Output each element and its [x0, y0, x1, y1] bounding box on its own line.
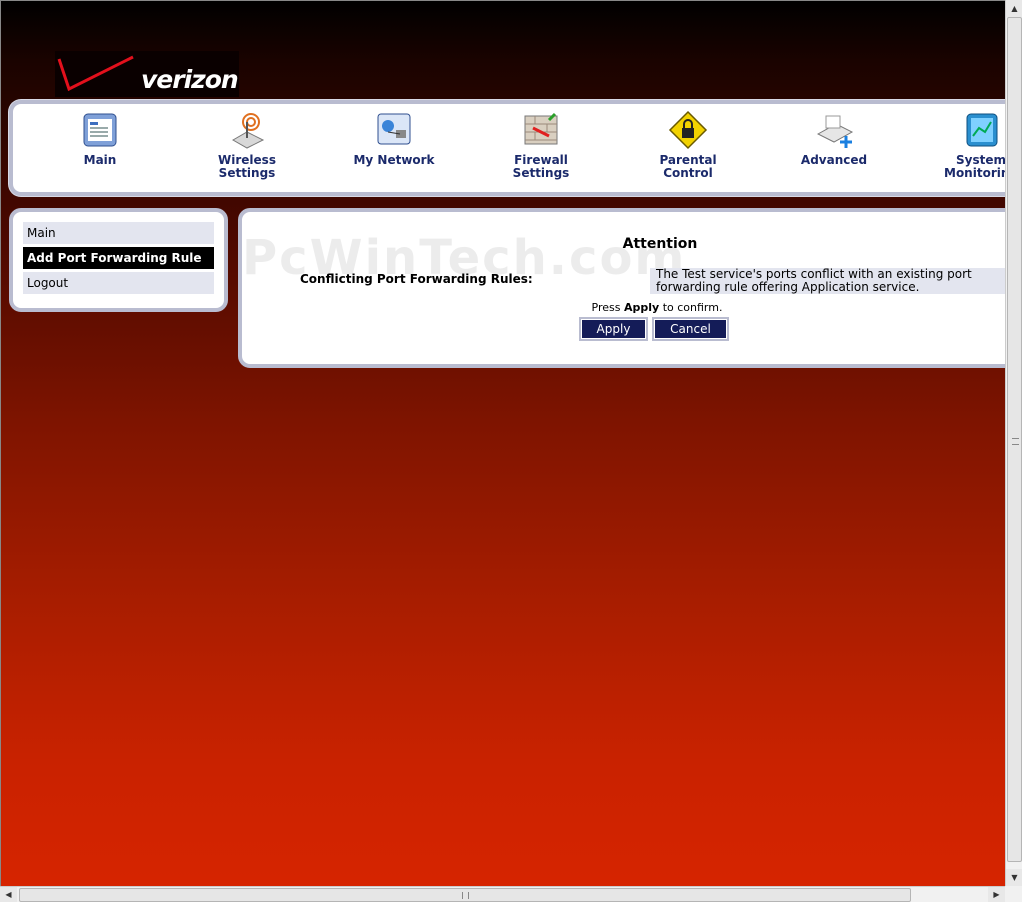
- nav-system-monitoring[interactable]: System Monitoring: [926, 110, 1005, 180]
- main-dashboard-icon: [83, 113, 117, 147]
- page-viewport: verizon Main Wireless Settings My Networ…: [0, 0, 1005, 886]
- conflict-label: Conflicting Port Forwarding Rules:: [300, 272, 533, 286]
- nav-label: System Monitoring: [944, 153, 1005, 180]
- left-menu: Main Add Port Forwarding Rule Logout: [9, 208, 228, 312]
- scroll-grip-icon: [462, 892, 469, 899]
- menu-item-main[interactable]: Main: [23, 222, 214, 244]
- horizontal-scrollbar[interactable]: ◀ ▶: [0, 886, 1005, 902]
- confirm-prefix: Press: [591, 301, 621, 314]
- nav-main[interactable]: Main: [45, 110, 155, 167]
- nav-label: Main: [83, 153, 117, 167]
- vertical-scrollbar[interactable]: ▲ ▼: [1005, 0, 1022, 886]
- nav-label: My Network: [353, 153, 435, 167]
- menu-item-logout[interactable]: Logout: [23, 272, 214, 294]
- nav-wireless-settings[interactable]: Wireless Settings: [192, 110, 302, 180]
- scroll-up-arrow-icon[interactable]: ▲: [1006, 0, 1022, 17]
- cancel-button-frame: Cancel: [652, 317, 729, 341]
- nav-advanced[interactable]: Advanced: [779, 110, 889, 167]
- attention-panel: PcWinTech.com Attention Conflicting Port…: [238, 208, 1005, 368]
- confirm-suffix: to confirm.: [662, 301, 723, 314]
- nav-label: Wireless Settings: [218, 153, 276, 180]
- scroll-down-arrow-icon[interactable]: ▼: [1006, 869, 1022, 886]
- nav-label: Firewall Settings: [512, 153, 570, 180]
- scroll-grip-icon: [1012, 438, 1019, 445]
- conflict-row: Conflicting Port Forwarding Rules: The T…: [296, 265, 1005, 294]
- nav-parental-control[interactable]: Parental Control: [633, 110, 743, 180]
- nav-firewall-settings[interactable]: Firewall Settings: [486, 110, 596, 180]
- wireless-antenna-icon: [231, 113, 265, 149]
- top-navigation: Main Wireless Settings My Network Firewa…: [9, 100, 1005, 196]
- network-icon: [377, 113, 411, 145]
- scrollbar-corner: [1005, 886, 1022, 902]
- conflict-message: The Test service's ports conflict with a…: [650, 268, 1005, 294]
- cancel-button[interactable]: Cancel: [655, 320, 726, 338]
- page-title: Attention: [622, 236, 698, 252]
- apply-button[interactable]: Apply: [582, 320, 645, 338]
- scroll-left-arrow-icon[interactable]: ◀: [0, 887, 17, 902]
- vertical-scroll-thumb[interactable]: [1007, 17, 1022, 862]
- nav-label: Parental Control: [659, 153, 717, 180]
- system-monitoring-icon: [966, 113, 998, 147]
- parental-lock-icon: [668, 110, 708, 150]
- verizon-logo: verizon: [55, 51, 239, 97]
- scroll-right-arrow-icon[interactable]: ▶: [988, 887, 1005, 902]
- confirm-instruction: Press Apply to confirm.: [242, 301, 1005, 314]
- nav-my-network[interactable]: My Network: [339, 110, 449, 167]
- menu-item-add-port-forwarding-rule[interactable]: Add Port Forwarding Rule: [23, 247, 214, 269]
- advanced-settings-icon: [816, 115, 854, 148]
- horizontal-scroll-thumb[interactable]: [19, 888, 911, 902]
- confirm-bold-word: Apply: [623, 301, 660, 314]
- apply-button-frame: Apply: [579, 317, 648, 341]
- nav-label: Advanced: [800, 153, 868, 167]
- logo-wordmark: verizon: [141, 65, 239, 94]
- firewall-icon: [524, 112, 558, 145]
